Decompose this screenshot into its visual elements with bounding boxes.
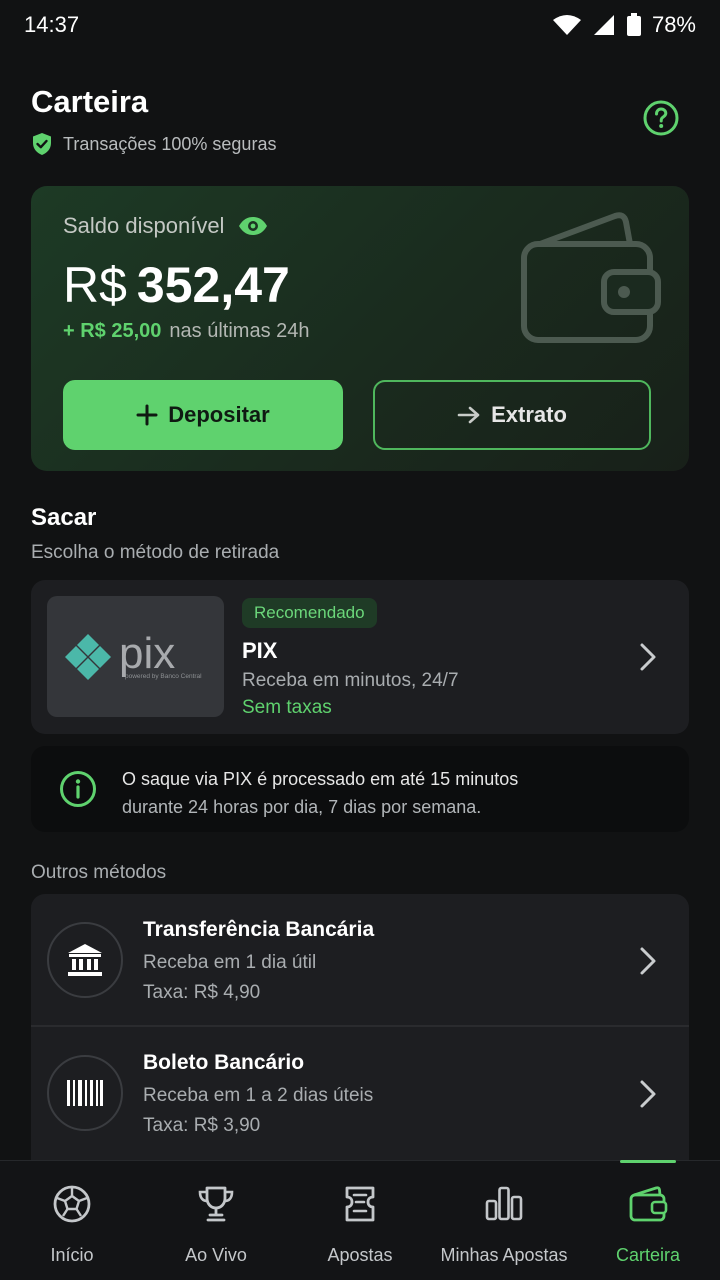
balance-delta-suffix: nas últimas 24h <box>169 320 310 342</box>
method-icon-circle <box>47 922 123 998</box>
arrow-right-icon <box>457 406 480 424</box>
wifi-icon <box>552 15 581 35</box>
barcode-icon <box>67 1080 103 1106</box>
battery-level: 78% <box>651 12 696 37</box>
deposit-button-label: Depositar <box>168 402 270 427</box>
balance-card: Saldo disponível R$ 352,47 + R$ 25,00 nas … <box>31 186 689 471</box>
pix-info-text: O saque via PIX é processado em até 15 m… <box>122 765 518 821</box>
bottom-nav: Início Ao Vivo Apostas Minhas Apostas Ca… <box>0 1160 720 1280</box>
bar-chart-icon <box>485 1186 523 1221</box>
other-methods-label: Outros métodos <box>31 862 167 883</box>
nav-label: Início <box>50 1245 94 1265</box>
ticket-icon <box>345 1186 375 1222</box>
nav-label: Ao Vivo <box>185 1245 247 1265</box>
signal-icon <box>593 15 614 35</box>
method-boleto[interactable]: Boleto Bancário Receba em 1 a 2 dias úte… <box>31 1027 689 1160</box>
balance-delta-value: + R$ 25,00 <box>63 320 162 342</box>
status-bar: 14:37 78% <box>0 0 720 50</box>
pix-info-card: O saque via PIX é processado em até 15 m… <box>31 746 689 832</box>
method-description: Receba em 1 dia útil <box>143 952 317 973</box>
balance-currency: R$ <box>63 257 127 313</box>
balance-label-row: Saldo disponível <box>63 213 268 239</box>
info-icon <box>60 771 96 807</box>
battery-icon <box>626 13 641 36</box>
nav-label: Minhas Apostas <box>440 1245 568 1265</box>
nav-item-carteira[interactable]: Carteira <box>576 1160 720 1280</box>
statement-button-label: Extrato <box>491 402 567 427</box>
deposit-button[interactable]: Depositar <box>63 380 343 450</box>
eye-icon[interactable] <box>238 216 268 236</box>
bank-icon <box>68 944 102 976</box>
nav-label: Apostas <box>327 1245 393 1265</box>
pix-description: Receba em minutos, 24/7 <box>242 670 459 691</box>
nav-item-ao-vivo[interactable]: Ao Vivo <box>144 1161 288 1280</box>
method-description: Receba em 1 a 2 dias úteis <box>143 1085 374 1106</box>
pix-info-line1: O saque via PIX é processado em até 15 m… <box>122 769 519 789</box>
chevron-right-icon <box>640 643 656 671</box>
nav-active-indicator <box>620 1160 676 1163</box>
balance-amount: R$ 352,47 <box>63 256 290 314</box>
pix-method-card[interactable]: pix powered by Banco Central Recomendado… <box>31 580 689 734</box>
plus-icon <box>136 404 158 426</box>
status-time: 14:37 <box>24 12 80 37</box>
status-icons: 78% <box>552 12 696 38</box>
pix-name: PIX <box>242 638 278 663</box>
pix-logo-text: pix <box>119 629 175 678</box>
method-name: Transferência Bancária <box>143 918 375 941</box>
method-fee: Taxa: R$ 3,90 <box>143 1115 261 1136</box>
balance-delta: + R$ 25,00 nas últimas 24h <box>63 320 310 343</box>
nav-item-minhas-apostas[interactable]: Minhas Apostas <box>432 1161 576 1280</box>
method-fee: Taxa: R$ 4,90 <box>143 982 261 1003</box>
other-methods-list: Transferência Bancária Receba em 1 dia ú… <box>31 894 689 1160</box>
wallet-illustration-icon <box>521 212 661 343</box>
help-icon[interactable] <box>643 100 679 136</box>
nav-label: Carteira <box>615 1245 681 1265</box>
chevron-right-icon <box>640 1080 656 1108</box>
nav-item-inicio[interactable]: Início <box>0 1161 144 1280</box>
pix-logo-subtext: powered by Banco Central <box>125 673 202 680</box>
trophy-icon <box>198 1186 234 1222</box>
shield-check-icon <box>33 133 51 155</box>
wallet-icon <box>629 1186 668 1222</box>
pix-info-line2: durante 24 horas por dia, 7 dias por sem… <box>122 797 482 817</box>
page-title: Carteira <box>31 84 149 119</box>
recommended-badge: Recomendado <box>242 598 377 628</box>
withdraw-subtitle: Escolha o método de retirada <box>31 542 280 563</box>
withdraw-title: Sacar <box>31 504 97 531</box>
method-bank-transfer[interactable]: Transferência Bancária Receba em 1 dia ú… <box>31 894 689 1027</box>
pix-fee: Sem taxas <box>242 697 332 718</box>
method-icon-circle <box>47 1055 123 1131</box>
statement-button[interactable]: Extrato <box>373 380 651 450</box>
soccer-ball-icon <box>53 1185 91 1223</box>
secure-row: Transações 100% seguras <box>31 132 691 156</box>
pix-logo-icon: pix powered by Banco Central <box>65 629 202 680</box>
pix-logo: pix powered by Banco Central <box>47 596 224 717</box>
secure-text: Transações 100% seguras <box>63 133 277 154</box>
balance-number: 352,47 <box>136 257 290 313</box>
header: Carteira Transações 100% seguras <box>31 84 691 156</box>
balance-label: Saldo disponível <box>63 213 225 238</box>
method-name: Boleto Bancário <box>143 1051 305 1074</box>
nav-item-apostas[interactable]: Apostas <box>288 1161 432 1280</box>
chevron-right-icon <box>640 947 656 975</box>
